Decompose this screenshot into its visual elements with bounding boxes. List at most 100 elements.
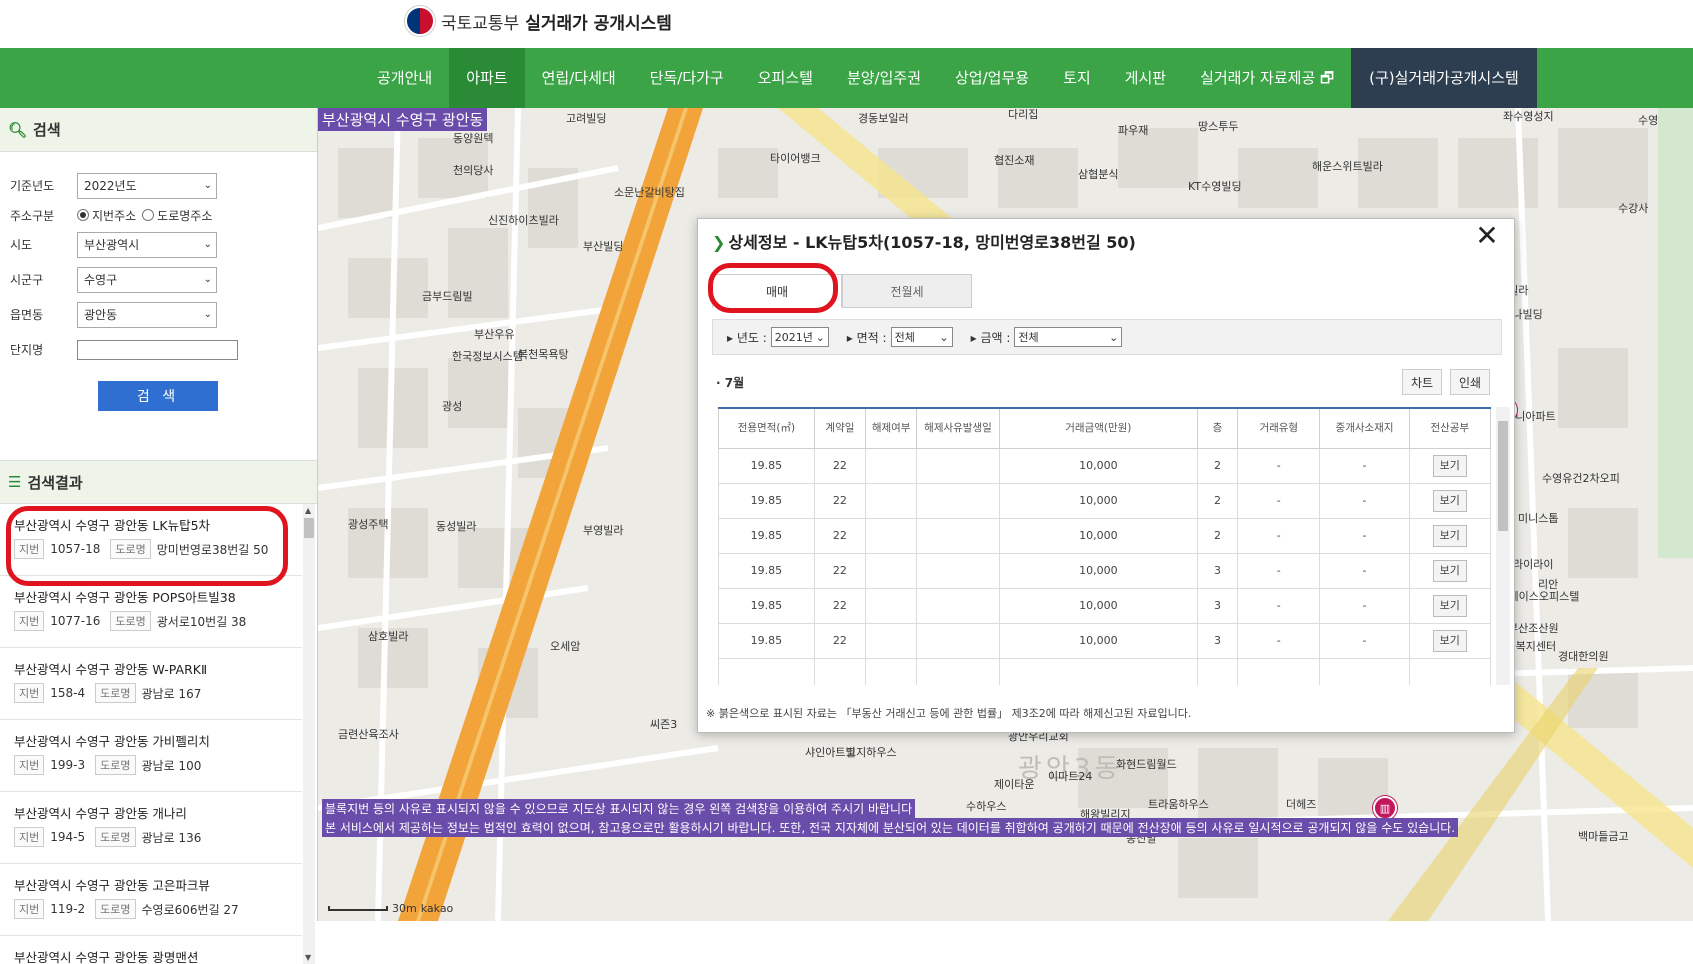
map-poi-label[interactable]: 부산빌딩 — [583, 238, 623, 254]
result-meta: 지번 1077-16 도로명 광서로10번길 38 — [14, 611, 302, 631]
radio-jibun[interactable]: 지번주소 — [77, 207, 136, 224]
map-poi-label[interactable]: 수영유건2차오피 — [1542, 470, 1620, 486]
nav-item[interactable]: (구)실거래가공개시스템 — [1351, 48, 1537, 108]
filter-area-select[interactable]: 전체 ⌄ — [890, 327, 953, 347]
map-apartment-pin-icon[interactable]: ▥ — [1373, 796, 1397, 820]
table-scroll-thumb[interactable] — [1498, 421, 1508, 531]
danji-input[interactable] — [77, 339, 238, 360]
sido-select[interactable]: 부산광역시 ⌄ — [77, 231, 217, 258]
table-cell-view: 보기 — [1408, 622, 1492, 659]
map-poi-label[interactable]: 트라움하우스 — [1148, 796, 1209, 812]
map-poi-label[interactable]: 한국정보시스템 — [452, 348, 523, 364]
map-poi-label[interactable]: 협진소재 — [994, 152, 1034, 168]
view-document-button[interactable]: 보기 — [1432, 629, 1467, 652]
map-poi-label[interactable]: 수강사 — [1618, 200, 1648, 216]
map-poi-label[interactable]: 경대한의원 — [1558, 648, 1609, 664]
map-poi-label[interactable]: 라이라이 — [1513, 556, 1553, 572]
radio-road[interactable]: 도로명주소 — [142, 207, 212, 224]
view-document-button[interactable]: 보기 — [1432, 524, 1467, 547]
scroll-up-icon[interactable]: ▲ — [305, 506, 311, 515]
result-item[interactable]: 부산광역시 수영구 광안동 LK뉴탑5차 지번 1057-18 도로명 망미번영로38번… — [0, 504, 302, 576]
map-poi-label[interactable]: 광성주택 — [348, 516, 388, 532]
map-poi-label[interactable]: 광성 — [442, 398, 462, 414]
view-document-button[interactable]: 보기 — [1432, 559, 1467, 582]
map-poi-label[interactable]: 백마들금고 — [1578, 828, 1629, 844]
scroll-down-icon[interactable]: ▼ — [305, 953, 311, 962]
map-poi-label[interactable]: 해운스위트빌라 — [1312, 158, 1383, 174]
filter-price-select[interactable]: 전체 ⌄ — [1014, 327, 1123, 347]
map-poi-label[interactable]: 제이타운 — [994, 776, 1034, 792]
map-poi-label[interactable]: 부산우유 — [474, 326, 514, 342]
map-poi-label[interactable]: 오세암 — [550, 638, 580, 654]
map-poi-label[interactable]: 부영빌라 — [583, 522, 623, 538]
year-select[interactable]: 2022년도 ⌄ — [77, 172, 217, 199]
chart-button[interactable]: 차트 — [1402, 369, 1442, 395]
scroll-thumb[interactable] — [304, 518, 314, 538]
table-cell-area — [718, 657, 815, 685]
map-poi-label[interactable]: 복천목욕탕 — [518, 346, 569, 362]
view-document-button[interactable]: 보기 — [1432, 594, 1467, 617]
nav-item[interactable]: 단독/다가구 — [633, 48, 741, 108]
map-poi-label[interactable]: 경동보일러 — [858, 110, 909, 126]
map-poi-label[interactable]: 이마트24 — [1048, 768, 1092, 784]
search-section-header: 🔍︎ 검색 — [0, 108, 317, 152]
map-poi-label[interactable]: 삼호빌라 — [368, 628, 408, 644]
nav-item[interactable]: 연립/다세대 — [525, 48, 633, 108]
map-poi-label[interactable]: 동성빌라 — [436, 518, 476, 534]
filter-year-select[interactable]: 2021년 ⌄ — [770, 327, 829, 347]
result-item[interactable]: 부산광역시 수영구 광안동 W-PARKⅡ 지번 158-4 도로명 광남로 167 — [0, 648, 302, 720]
map-poi-label[interactable]: 고려빌딩 — [566, 110, 606, 126]
map-poi-label[interactable]: 금련산육조사 — [338, 726, 399, 742]
nav-item[interactable]: 오피스텔 — [741, 48, 830, 108]
result-item[interactable]: 부산광역시 수영구 광안동 POPS아트빌38 지번 1077-16 도로명 광서로10… — [0, 576, 302, 648]
map-poi-label[interactable]: 동양원텍 — [453, 130, 493, 146]
nav-item[interactable]: 아파트 — [449, 48, 525, 108]
nav-item[interactable]: 분양/입주권 — [830, 48, 938, 108]
map-poi-label[interactable]: 부산조산원 — [1508, 620, 1559, 636]
map-poi-label[interactable]: KT수영빌딩 — [1188, 178, 1242, 194]
result-item[interactable]: 부산광역시 수영구 광안동 광명맨션 — [0, 936, 302, 964]
map-poi-label[interactable]: 코지하우스 — [846, 744, 897, 760]
map-poi-label[interactable]: 씨즌3 — [650, 716, 677, 732]
map-poi-label[interactable]: 천의당사 — [453, 162, 493, 178]
map-poi-label[interactable]: 화현드림월드 — [1116, 756, 1177, 772]
map-poi-label[interactable]: 소문난갈비탕집 — [614, 184, 685, 200]
result-item[interactable]: 부산광역시 수영구 광안동 고은파크뷰 지번 119-2 도로명 수영로606번길 27 — [0, 864, 302, 936]
map-poi-label[interactable]: 타이어뱅크 — [770, 150, 821, 166]
map-poi-label[interactable]: 좌수영성지 — [1503, 108, 1554, 124]
nav-item[interactable]: 토지 — [1046, 48, 1108, 108]
dong-select[interactable]: 광안동 ⌄ — [77, 301, 217, 328]
nav-item[interactable]: 공개안내 — [360, 48, 449, 108]
nav-item[interactable]: 실거래가 자료제공 🗗 — [1183, 48, 1351, 108]
map-poi-label[interactable]: 다리집 — [1008, 108, 1038, 122]
nav-item[interactable]: 게시판 — [1108, 48, 1183, 108]
site-logo[interactable]: 국토교통부 실거래가 공개시스템 — [405, 6, 672, 36]
map-poi-label[interactable]: 파우재 — [1118, 122, 1148, 138]
search-button[interactable]: 검 색 — [98, 381, 218, 411]
result-road: 광서로10번길 38 — [156, 614, 247, 629]
map-poi-label[interactable]: 수하우스 — [966, 798, 1006, 814]
result-item[interactable]: 부산광역시 수영구 광안동 가비펠리치 지번 199-3 도로명 광남로 100 — [0, 720, 302, 792]
nav-item[interactable]: 상업/업무용 — [938, 48, 1046, 108]
sigungu-select[interactable]: 수영구 ⌄ — [77, 266, 217, 293]
tab-sale[interactable]: 매매 — [712, 274, 842, 308]
map-poi-label[interactable]: 금부드림빌 — [422, 288, 473, 304]
close-icon[interactable]: ✕ — [1474, 222, 1500, 251]
map-poi-label[interactable]: 신진하이츠빌라 — [488, 212, 559, 228]
tag-jibun: 지번 — [14, 683, 45, 703]
view-document-button[interactable]: 보기 — [1432, 489, 1467, 512]
print-button[interactable]: 인쇄 — [1450, 369, 1490, 395]
result-item[interactable]: 부산광역시 수영구 광안동 개나리 지번 194-5 도로명 광남로 136 — [0, 792, 302, 864]
map-poi-label[interactable]: 삼협분식 — [1078, 166, 1118, 182]
map-poi-label[interactable]: 땅스투두 — [1198, 118, 1238, 134]
table-scrollbar[interactable] — [1496, 407, 1510, 685]
map-poi-label[interactable]: 리안 — [1538, 576, 1558, 592]
results-scrollbar[interactable]: ▲ ▼ — [303, 504, 315, 964]
map-poi-label[interactable]: 수영 — [1638, 112, 1658, 128]
view-document-button[interactable]: 보기 — [1432, 454, 1467, 477]
tag-jibun: 지번 — [14, 827, 45, 847]
map-poi-label[interactable]: 미니스톱 — [1518, 510, 1558, 526]
map-poi-label[interactable]: 더헤즈 — [1286, 796, 1316, 812]
tab-rent[interactable]: 전월세 — [842, 274, 972, 308]
table-cell-cancel — [865, 622, 918, 659]
